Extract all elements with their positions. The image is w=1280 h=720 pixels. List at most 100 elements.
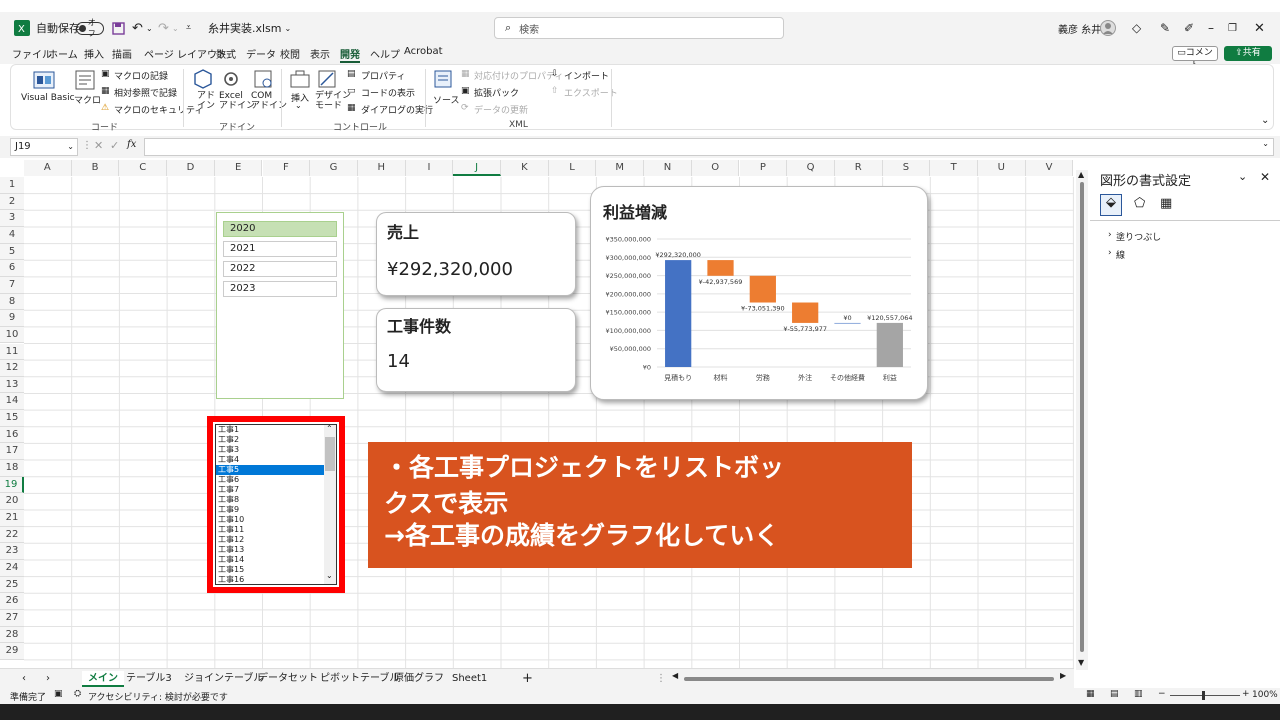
tab-next-icon[interactable]: ›	[46, 671, 50, 687]
listbox-item[interactable]: 工事13	[216, 545, 324, 555]
macro-recording-icon[interactable]: ▣	[54, 689, 63, 699]
zoom-slider-thumb[interactable]	[1202, 691, 1205, 700]
comment-button[interactable]: ▭コメント	[1172, 46, 1218, 71]
fill-line-icon[interactable]: ⬙	[1100, 194, 1122, 216]
chart-bar-その他経費[interactable]	[834, 322, 861, 324]
autosave-toggle[interactable]: オフ	[76, 12, 104, 44]
chart-bar-労務[interactable]	[749, 275, 776, 303]
sheet-tab-sheet1[interactable]: Sheet1	[452, 671, 487, 687]
listbox-item[interactable]: 工事10	[216, 515, 324, 525]
column-header-S[interactable]: S	[882, 160, 931, 176]
listbox-item[interactable]: 工事8	[216, 495, 324, 505]
row-header-14[interactable]: 14	[0, 393, 24, 411]
addin-icon[interactable]	[193, 69, 213, 93]
menu-file[interactable]: ファイル	[12, 46, 52, 61]
close-icon[interactable]: ✕	[1254, 12, 1265, 44]
menu-acrobat[interactable]: Acrobat	[404, 46, 443, 57]
xml-source-button[interactable]: ソース	[433, 93, 460, 106]
gear-icon[interactable]	[221, 69, 241, 93]
normal-view-icon[interactable]: ▦	[1086, 689, 1095, 699]
column-header-T[interactable]: T	[930, 160, 978, 176]
row-header-19[interactable]: 19	[0, 476, 24, 494]
sales-card[interactable]: 売上 ¥292,320,000	[376, 212, 576, 296]
check-icon[interactable]: ✓	[110, 139, 119, 152]
sheet-tab-dataset[interactable]: データセット	[258, 671, 318, 687]
column-header-J[interactable]: J	[453, 160, 501, 176]
project-listbox[interactable]: 工事1 工事2 工事3 工事4 工事5 工事6 工事7 工事8 工事9 工事10 工事11 工事12 工…	[215, 424, 337, 585]
menu-formulas[interactable]: 数式	[216, 46, 236, 61]
redo-dropdown-icon[interactable]: ⌄	[172, 12, 179, 44]
sheet-tab-cost-chart[interactable]: 原価グラフ	[394, 671, 444, 687]
row-header-24[interactable]: 24	[0, 559, 24, 577]
listbox-item[interactable]: 工事9	[216, 505, 324, 515]
menu-draw[interactable]: 描画	[112, 46, 132, 61]
avatar[interactable]	[1100, 12, 1116, 44]
count-card[interactable]: 工事件数 14	[376, 308, 576, 392]
listbox-item[interactable]: 工事2	[216, 435, 324, 445]
row-header-2[interactable]: 2	[0, 193, 24, 211]
listbox-item[interactable]: 工事12	[216, 535, 324, 545]
column-header-D[interactable]: D	[167, 160, 215, 176]
column-header-I[interactable]: I	[405, 160, 454, 176]
row-header-11[interactable]: 11	[0, 343, 24, 361]
column-header-E[interactable]: E	[214, 160, 263, 176]
listbox-item[interactable]: 工事7	[216, 485, 324, 495]
line-section[interactable]: 線	[1116, 248, 1125, 261]
column-header-A[interactable]: A	[24, 160, 72, 176]
sheet-tab-main[interactable]: メイン	[82, 671, 124, 687]
diamond-icon[interactable]: ◇	[1132, 12, 1141, 44]
listbox-item[interactable]: 工事5	[216, 465, 324, 475]
menu-data[interactable]: データ	[246, 46, 276, 61]
column-header-B[interactable]: B	[71, 160, 120, 176]
import-button[interactable]: インポート	[564, 69, 609, 82]
row-header-7[interactable]: 7	[0, 276, 24, 294]
row-header-12[interactable]: 12	[0, 360, 24, 377]
restore-icon[interactable]: ❐	[1228, 12, 1237, 44]
column-header-P[interactable]: P	[739, 160, 788, 176]
horizontal-scroll-thumb[interactable]	[684, 677, 1054, 681]
row-header-10[interactable]: 10	[0, 326, 24, 344]
column-header-O[interactable]: O	[691, 160, 740, 176]
column-header-M[interactable]: M	[596, 160, 645, 176]
row-header-1[interactable]: 1	[0, 177, 24, 194]
row-header-26[interactable]: 26	[0, 593, 24, 610]
run-dialog-button[interactable]: ダイアログの実行	[361, 103, 433, 116]
zoom-slider[interactable]	[1170, 691, 1240, 700]
row-header-9[interactable]: 9	[0, 310, 24, 327]
com-addin-icon[interactable]	[253, 69, 273, 93]
menu-view[interactable]: 表示	[310, 46, 330, 61]
slicer-item-2023[interactable]: 2023	[223, 281, 337, 297]
row-header-8[interactable]: 8	[0, 293, 24, 311]
column-header-G[interactable]: G	[310, 160, 358, 176]
slicer-item-2022[interactable]: 2022	[223, 261, 337, 277]
row-header-29[interactable]: 29	[0, 643, 24, 660]
menu-help[interactable]: ヘルプ	[370, 46, 400, 61]
export-button[interactable]: エクスポート	[564, 86, 618, 99]
macro-button[interactable]: マクロ	[74, 93, 101, 106]
zoom-level[interactable]: 100%	[1252, 690, 1278, 700]
accessibility-status[interactable]: アクセシビリティ: 検討が必要です	[88, 690, 228, 703]
filename[interactable]: 糸井実装.xlsm ⌄	[208, 12, 291, 44]
scroll-up-icon[interactable]: ▲	[1078, 170, 1084, 179]
macro-security-button[interactable]: マクロのセキュリティ	[114, 103, 203, 116]
row-header-18[interactable]: 18	[0, 460, 24, 477]
column-header-U[interactable]: U	[978, 160, 1026, 176]
pentagon-icon[interactable]: ⬠	[1134, 196, 1145, 211]
pen-icon[interactable]: ✎	[1160, 12, 1170, 44]
column-header-C[interactable]: C	[119, 160, 168, 176]
row-header-27[interactable]: 27	[0, 609, 24, 627]
add-sheet-icon[interactable]: +	[522, 671, 533, 687]
zoom-out-icon[interactable]: −	[1158, 689, 1166, 699]
sheet-tab-join-table[interactable]: ジョインテーブル	[184, 671, 263, 687]
ribbon-collapse-icon[interactable]: ⌄	[1261, 115, 1269, 126]
listbox-scrollbar[interactable]: ⌃ ⌄	[324, 425, 336, 584]
horizontal-scrollbar[interactable]: ◀ ▶	[672, 671, 1072, 685]
listbox-item[interactable]: 工事3	[216, 445, 324, 455]
close-icon[interactable]: ✕	[1260, 170, 1270, 184]
scroll-down-icon[interactable]: ▼	[1078, 658, 1084, 667]
listbox-item[interactable]: 工事6	[216, 475, 324, 485]
search-box[interactable]: ⌕ 検索	[494, 17, 784, 39]
row-header-13[interactable]: 13	[0, 376, 24, 394]
scroll-right-icon[interactable]: ▶	[1060, 671, 1066, 680]
refresh-data-button[interactable]: データの更新	[474, 103, 528, 116]
